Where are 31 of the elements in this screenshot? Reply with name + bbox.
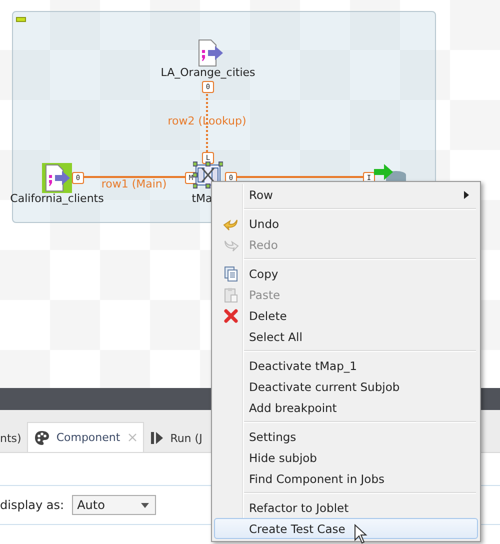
link-label: row1 (Main): [101, 178, 167, 190]
dropdown-caret-icon: [141, 502, 150, 508]
component-label: California_clients: [10, 192, 104, 205]
tab[interactable]: nts): [0, 424, 28, 452]
display-dropdown[interactable]: Auto: [72, 495, 156, 515]
menu-item[interactable]: Add breakpoint: [214, 397, 478, 418]
tab[interactable]: Run (J: [144, 424, 208, 452]
tab[interactable]: Component: [27, 422, 144, 452]
menu-item[interactable]: Settings: [214, 426, 478, 447]
component-label: LA_Orange_cities: [160, 66, 256, 79]
component-label: tMa: [192, 192, 212, 205]
subjob-tag-icon: [16, 17, 26, 22]
run-icon: [150, 431, 164, 445]
field-label: display as:: [0, 498, 64, 512]
menu-item[interactable]: Row: [214, 184, 478, 205]
delete-icon: [223, 308, 239, 324]
menu-item[interactable]: Deactivate current Subjob: [214, 376, 478, 397]
copy-icon: [223, 266, 239, 282]
palette-icon: [34, 430, 50, 446]
menu-item[interactable]: Create Test Case: [214, 518, 478, 539]
menu-item[interactable]: Copy: [214, 263, 478, 284]
menu-item[interactable]: Undo: [214, 213, 478, 234]
menu-item[interactable]: Deactivate tMap_1: [214, 355, 478, 376]
menu-item[interactable]: Find Component in Jobs: [214, 468, 478, 489]
clipboard-icon: [223, 286, 239, 302]
menu-item[interactable]: Refactor to Joblet: [214, 497, 478, 518]
menu-item[interactable]: Hide subjob: [214, 447, 478, 468]
menu-item[interactable]: Delete: [214, 305, 478, 326]
submenu-arrow-icon: [464, 190, 469, 198]
menu-item[interactable]: Select All: [214, 326, 478, 347]
link-label: row2 (Lookup): [168, 114, 246, 128]
